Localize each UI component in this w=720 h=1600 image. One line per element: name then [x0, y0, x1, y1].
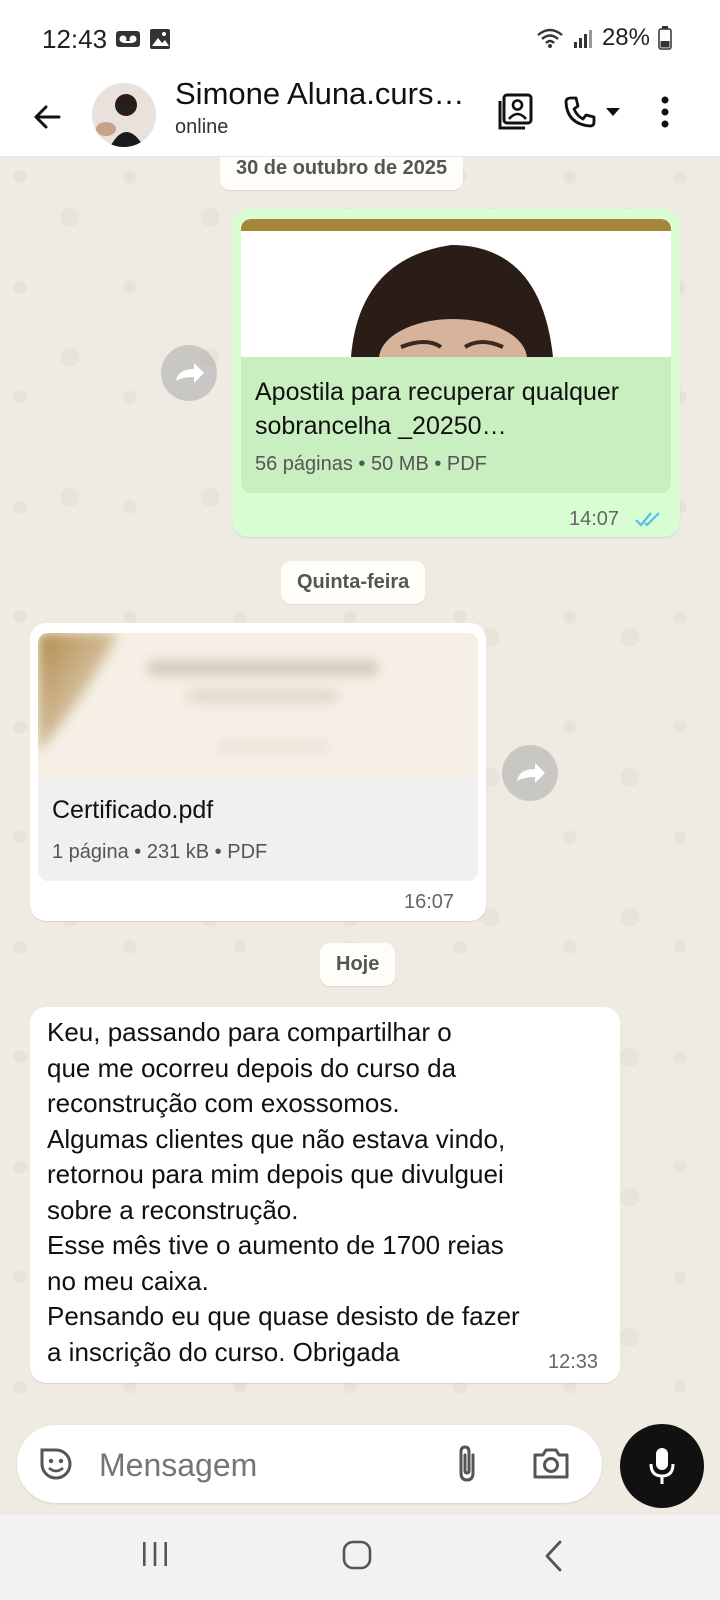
status-time: 12:43	[42, 24, 108, 54]
recent-apps-button[interactable]	[140, 1540, 180, 1574]
signal-icon	[573, 30, 592, 48]
message-text: Keu, passando para compartilhar o que me…	[47, 1017, 520, 1367]
read-receipt-icon	[635, 512, 660, 527]
gallery-icon	[150, 29, 170, 49]
microphone-icon	[649, 1448, 675, 1484]
phone-icon	[564, 96, 596, 128]
recent-apps-icon	[143, 1542, 167, 1566]
incoming-text-message[interactable]: Keu, passando para compartilhar o que me…	[30, 1007, 620, 1383]
battery-percent: 28%	[601, 24, 650, 51]
contact-name[interactable]: Simone Aluna.curs…	[175, 76, 475, 112]
more-vert-icon	[661, 96, 669, 128]
document-info[interactable]: Apostila para recuperar qualquer sobranc…	[241, 357, 671, 493]
contact-card-button[interactable]	[490, 86, 542, 138]
system-nav-bar	[0, 1515, 720, 1600]
status-notification-icons	[115, 28, 171, 50]
status-right: 28%	[536, 24, 672, 52]
date-chip: 30 de outubro de 2025	[220, 157, 464, 190]
document-meta: 56 páginas • 50 MB • PDF	[255, 453, 487, 475]
contact-card-icon	[498, 93, 533, 130]
document-thumbnail-image	[241, 219, 671, 357]
message-time: 14:07	[569, 508, 620, 530]
document-name: Apostila para recuperar qualquer sobranc…	[255, 378, 620, 440]
voicemail-icon	[116, 31, 140, 47]
back-arrow-icon	[34, 105, 61, 129]
status-bar: 12:43 28%	[0, 0, 720, 80]
message-time: 16:07	[404, 891, 455, 913]
forward-button[interactable]	[502, 745, 558, 801]
home-button[interactable]	[340, 1539, 380, 1579]
call-options-dropdown[interactable]	[598, 86, 628, 138]
forward-button[interactable]	[161, 345, 217, 401]
camera-button[interactable]	[531, 1445, 575, 1485]
document-info[interactable]: Certificado.pdf 1 página • 231 kB • PDF	[38, 777, 478, 881]
document-name: Certificado.pdf	[52, 796, 214, 824]
back-button[interactable]	[22, 92, 72, 142]
sticker-icon	[40, 1448, 72, 1480]
document-thumbnail-image	[38, 633, 478, 777]
chat-area[interactable]: 30 de outubro de 2025 Apostila para recu…	[0, 157, 720, 1425]
system-back-icon	[545, 1540, 562, 1572]
contact-avatar[interactable]	[92, 83, 156, 147]
voice-message-button[interactable]	[620, 1424, 704, 1508]
camera-icon	[533, 1448, 569, 1479]
message-input-bar	[17, 1425, 602, 1503]
message-time: 12:33	[548, 1351, 599, 1373]
wifi-icon	[537, 28, 563, 48]
outgoing-document-message[interactable]: Apostila para recuperar qualquer sobranc…	[232, 209, 680, 537]
contact-status: online	[175, 116, 229, 138]
message-input[interactable]	[97, 1439, 421, 1491]
forward-icon	[176, 363, 204, 383]
dropdown-icon	[606, 108, 620, 116]
date-chip: Quinta-feira	[281, 561, 426, 604]
sticker-button[interactable]	[37, 1445, 77, 1485]
document-meta: 1 página • 231 kB • PDF	[52, 841, 268, 863]
attach-button[interactable]	[451, 1443, 491, 1487]
home-icon	[342, 1540, 372, 1570]
system-back-button[interactable]	[540, 1539, 580, 1579]
chat-header: Simone Aluna.curs… online	[0, 76, 720, 157]
date-chip: Hoje	[320, 943, 396, 986]
avatar-photo-icon	[92, 83, 156, 147]
document-preview[interactable]	[241, 219, 671, 357]
more-options-button[interactable]	[645, 86, 685, 138]
forward-icon	[517, 763, 545, 783]
attachment-clip-icon	[459, 1445, 475, 1482]
battery-icon	[658, 26, 672, 50]
document-preview[interactable]	[38, 633, 478, 777]
incoming-document-message[interactable]: Certificado.pdf 1 página • 231 kB • PDF …	[30, 623, 486, 921]
